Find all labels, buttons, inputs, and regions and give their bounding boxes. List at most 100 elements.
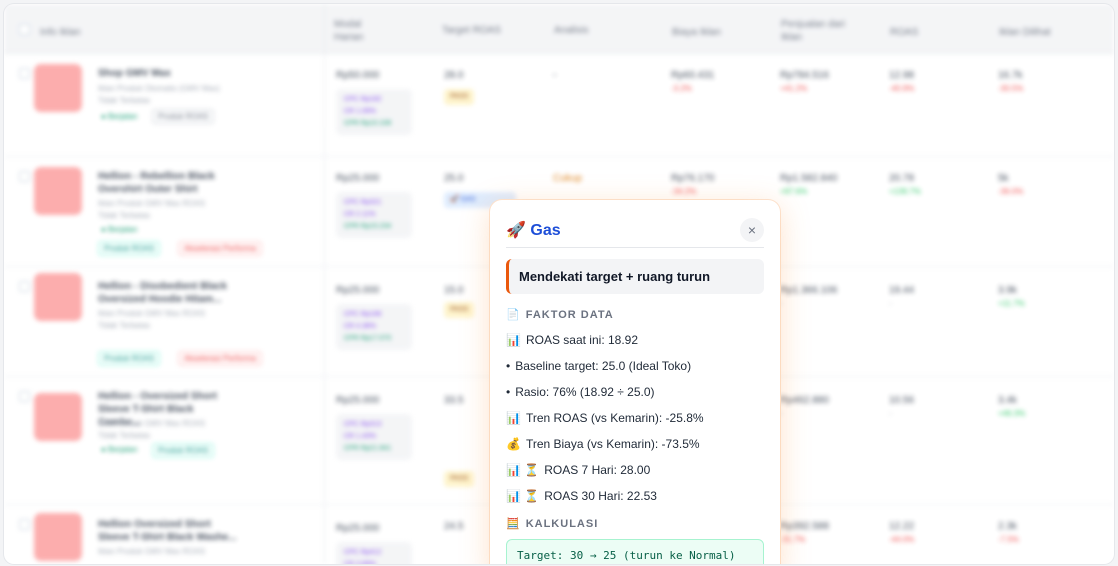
faktor-title-text: FAKTOR DATA [525, 309, 614, 321]
fact-baseline: • Baseline target: 25.0 (Ideal Toko) [506, 359, 691, 373]
fact-text: ROAS 7 Hari: 28.00 [544, 463, 651, 477]
fact-text: ROAS saat ini: 18.92 [525, 333, 639, 347]
metric-box: CPC Rp321 CR 2.11% CPR Rp15.234 [336, 192, 412, 238]
status-badge: ● Berjalan [101, 225, 138, 234]
header-dilihat[interactable]: Iklan Dilihat [999, 26, 1051, 39]
fact-roas-trend: 📊 Tren ROAS (vs Kemarin): -25.8% [506, 411, 704, 425]
header-modal[interactable]: Modal Harian [334, 18, 384, 44]
roas-value: 19.44 [889, 285, 915, 296]
product-name[interactable]: Hellion - Rebellion Black Overshirt Oute… [98, 170, 238, 196]
product-type: Iklan Produk GMV Max ROAS [98, 419, 206, 428]
penjualan-delta: -31.7% [780, 535, 806, 544]
product-type: Iklan Produk GMV Max ROAS [98, 309, 206, 318]
dilihat-delta: -36.0% [998, 187, 1024, 196]
tag-badge: Akselerasi Performa [178, 241, 263, 256]
product-budget-type: Tidak Terbatas [98, 321, 151, 330]
chart-icon: 📊 [506, 333, 521, 347]
product-name[interactable]: Hellion - Disobedient Black Oversized Ho… [98, 280, 238, 306]
dilihat-value: 5k [998, 173, 1009, 184]
pass-pill: PASS [444, 89, 475, 105]
roas-delta: -44.0% [889, 535, 915, 544]
select-all-checkbox[interactable] [19, 24, 30, 35]
chart-hourglass-icon: 📊 ⏳ [506, 489, 540, 503]
row-checkbox[interactable] [19, 519, 30, 530]
close-button[interactable]: × [740, 218, 764, 242]
header-info[interactable]: Info Iklan [40, 26, 81, 39]
product-thumbnail [34, 64, 82, 112]
tag-badge: Produk ROAS [152, 443, 215, 458]
fact-text: ROAS 30 Hari: 22.53 [544, 489, 657, 503]
tag-badge: Produk ROAS [98, 241, 161, 256]
metric-box: CPC Rp313 CR 1.43% CPR Rp21.941 [336, 414, 412, 460]
header-analisis[interactable]: Analisis [554, 24, 588, 37]
header-biaya[interactable]: Biaya Iklan [672, 26, 721, 39]
roas-delta: +139.7% [889, 187, 921, 196]
bullet-icon: • [506, 385, 511, 399]
row-checkbox[interactable] [19, 171, 30, 182]
kalkulasi-section-title: 🧮 KALKULASI [506, 517, 598, 530]
tag-badge: Akselerasi Performa [178, 351, 263, 366]
faktor-section-title: 📄 FAKTOR DATA [506, 308, 614, 321]
product-budget-type: Tidak Terbatas [98, 211, 151, 220]
row-checkbox[interactable] [19, 68, 30, 79]
modal-value[interactable]: Rp25.000 [336, 523, 379, 534]
analysis-popover: 🚀 Gas × Mendekati target + ruang turun 📄… [490, 200, 780, 564]
chart-hourglass-icon: 📊 ⏳ [506, 463, 540, 477]
header-target[interactable]: Target ROAS [442, 24, 501, 37]
kalkulasi-title-text: KALKULASI [525, 518, 599, 530]
product-budget-type: Tidak Terbatas [98, 96, 151, 105]
money-bag-icon: 💰 [506, 437, 521, 451]
pass-pill: PASS [444, 302, 475, 318]
dilihat-value: 2.3k [998, 521, 1017, 532]
dilihat-delta: -7.5% [998, 535, 1019, 544]
metric-box: CPC Rp166 CR 4.38% CPR Rp17.070 [336, 304, 412, 350]
row-checkbox[interactable] [19, 281, 30, 292]
modal-value[interactable]: Rp50.000 [336, 70, 379, 81]
penjualan-delta: - [780, 409, 783, 418]
calculation-text: Target: 30 → 25 (turun ke Normal) [517, 549, 736, 562]
penjualan-value: Rp784.516 [780, 70, 829, 81]
calculation-box: Target: 30 → 25 (turun ke Normal) [506, 539, 764, 564]
modal-value[interactable]: Rp25.000 [336, 285, 379, 296]
dilihat-value: 3.4k [998, 395, 1017, 406]
close-icon[interactable]: × [748, 222, 756, 238]
verdict-banner: Mendekati target + ruang turun [506, 259, 764, 294]
roas-value: 12.98 [889, 70, 915, 81]
roas-value: 12.22 [889, 521, 915, 532]
table-row[interactable]: Shop GMV Max Iklan Produk Otomatis (GMV … [4, 54, 1114, 157]
header-penjualan[interactable]: Penjualan dari Iklan [781, 18, 851, 44]
target-value[interactable]: 24.5 [444, 521, 463, 532]
fact-roas-7d: 📊 ⏳ ROAS 7 Hari: 28.00 [506, 463, 650, 477]
product-name[interactable]: Hellion Oversized Short Sleeve T-Shirt B… [98, 518, 238, 544]
roas-delta: - [889, 409, 892, 418]
modal-value[interactable]: Rp25.000 [336, 395, 379, 406]
product-budget-type: Tidak Terbatas [98, 431, 151, 440]
target-value[interactable]: 15.0 [444, 285, 463, 296]
product-thumbnail [34, 273, 82, 321]
status-badge: ● Berjalan [101, 112, 138, 121]
chart-icon: 📊 [506, 411, 521, 425]
status-badge: ● Berjalan [101, 445, 138, 454]
popover-header: 🚀 Gas × [506, 218, 764, 248]
pass-pill: PASS [444, 471, 475, 487]
header-roas[interactable]: ROAS [890, 26, 918, 39]
target-value[interactable]: 25.0 [444, 173, 463, 184]
fact-roas-30d: 📊 ⏳ ROAS 30 Hari: 22.53 [506, 489, 657, 503]
dilihat-value: 3.9k [998, 285, 1017, 296]
abacus-icon: 🧮 [506, 518, 521, 530]
biaya-value: Rp76.170 [671, 173, 715, 184]
penjualan-value: Rp392.588 [780, 521, 829, 532]
penjualan-value: Rp462.880 [780, 395, 829, 406]
dilihat-delta: +11.7% [998, 299, 1025, 308]
product-thumbnail [34, 167, 82, 215]
product-name[interactable]: Shop GMV Max [98, 67, 238, 80]
product-type: Iklan Produk Otomatis (GMV Max) [98, 84, 220, 93]
fact-ratio: • Rasio: 76% (18.92 ÷ 25.0) [506, 385, 655, 399]
row-checkbox[interactable] [19, 391, 30, 402]
penjualan-delta: +41.2% [780, 84, 808, 93]
dilihat-delta: -30.5% [998, 84, 1024, 93]
modal-value[interactable]: Rp25.000 [336, 173, 379, 184]
target-value[interactable]: 33.5 [444, 395, 463, 406]
target-value[interactable]: 28.0 [444, 70, 463, 81]
tag-badge: Produk ROAS [152, 109, 215, 124]
